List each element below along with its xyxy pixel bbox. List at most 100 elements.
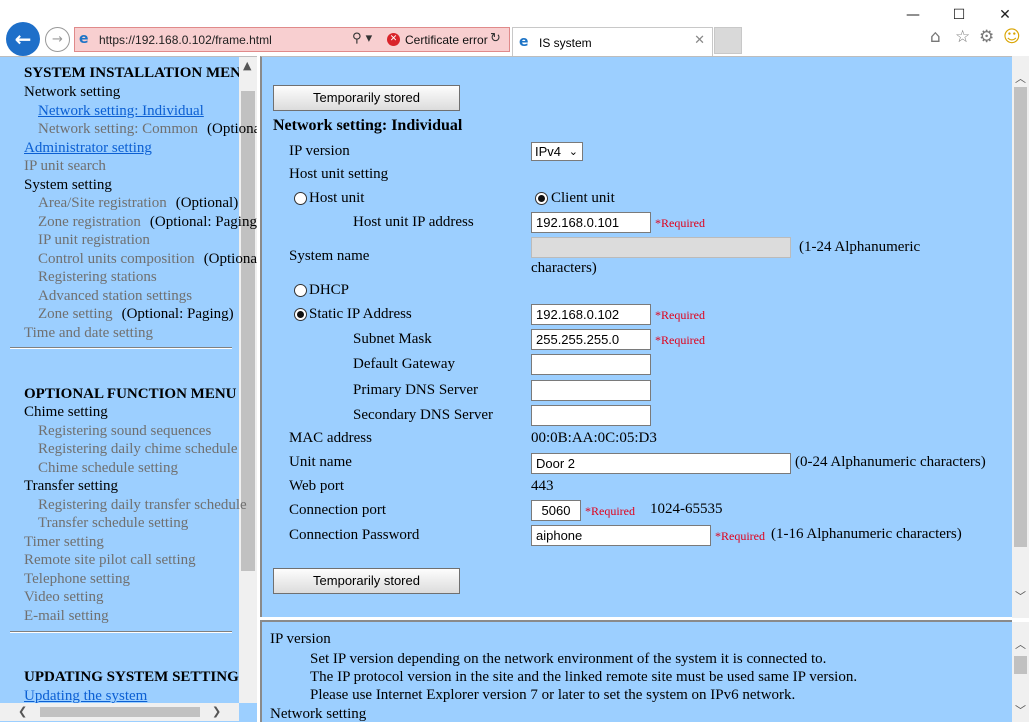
sidebar-item-label: Network setting: Common	[38, 121, 198, 137]
sidebar-item-label: Registering sound sequences	[38, 422, 212, 439]
help-vertical-scroll-thumb[interactable]	[1014, 656, 1027, 674]
sidebar-item[interactable]: Updating the system	[24, 687, 147, 705]
help-line: Please use Internet Explorer version 7 o…	[310, 687, 796, 703]
temporarily-stored-button[interactable]: Temporarily stored	[273, 85, 460, 111]
divider	[10, 631, 232, 633]
host-unit-setting-label: Host unit setting	[289, 166, 389, 182]
sidebar-item: Control units composition (Optional)	[38, 250, 257, 268]
address-url[interactable]: https://192.168.0.102/frame.html	[99, 33, 272, 47]
sidebar-item: Registering sound sequences	[38, 422, 211, 440]
sidebar-item-label: Transfer schedule setting	[38, 515, 189, 531]
sidebar-item-label[interactable]: Network setting: Individual	[38, 103, 204, 119]
smiley-feedback-icon[interactable]: ☺	[1003, 27, 1021, 47]
dhcp-radio-label: DHCP	[309, 282, 350, 298]
connection-port-label: Connection port	[289, 502, 387, 518]
content-vertical-scroll-thumb[interactable]	[1014, 87, 1027, 547]
sidebar-item-label: Registering stations	[38, 269, 157, 285]
sidebar-item-label: Telephone setting	[24, 570, 131, 587]
sidebar-item-label: Area/Site registration	[38, 195, 167, 211]
close-window-button[interactable]: ✕	[982, 2, 1028, 30]
static-ip-field[interactable]: 192.168.0.102	[531, 304, 651, 325]
web-port-value: 443	[531, 478, 554, 494]
subnet-mask-field[interactable]: 255.255.255.0	[531, 329, 651, 350]
menu-heading-updating: UPDATING SYSTEM SETTINGS	[24, 669, 248, 685]
sidebar-item-suffix: (Optional)	[203, 250, 257, 267]
content-frame: Temporarily stored Network setting: Indi…	[260, 56, 1012, 617]
back-arrow-icon[interactable]: ←	[6, 22, 40, 56]
sidebar-item: Registering stations	[38, 268, 157, 286]
ip-version-value: IPv4	[535, 144, 562, 159]
dhcp-radio[interactable]	[294, 284, 307, 297]
temporarily-stored-button-bottom[interactable]: Temporarily stored	[273, 568, 460, 594]
system-name-hint: (1-24 Alphanumeric characters)	[531, 239, 921, 276]
home-icon[interactable]: ⌂	[930, 27, 941, 47]
host-unit-radio[interactable]	[294, 192, 307, 205]
scroll-up-arrow-icon[interactable]: ︿	[1015, 70, 1026, 86]
favorites-star-icon[interactable]: ☆	[955, 27, 970, 47]
sidebar-item-label[interactable]: Transfer setting	[24, 478, 118, 494]
help-frame: IP version Set IP version depending on t…	[260, 620, 1012, 722]
scroll-down-arrow-icon[interactable]: ﹀	[1015, 702, 1026, 718]
sidebar-item-label: IP unit search	[24, 158, 106, 174]
sidebar-item[interactable]: Transfer setting	[24, 477, 118, 495]
maximize-button[interactable]: ☐	[936, 2, 982, 30]
sidebar-item: E-mail setting	[24, 607, 109, 625]
sidebar-item-label[interactable]: Network setting	[24, 84, 120, 100]
settings-gear-icon[interactable]: ⚙	[979, 27, 994, 47]
sidebar-item-label[interactable]: Chime setting	[24, 404, 108, 420]
sidebar-item: Video setting	[24, 588, 104, 606]
static-ip-radio[interactable]	[294, 308, 307, 321]
address-bar[interactable]: e https://192.168.0.102/frame.html ⚲ ▾ ✕…	[74, 27, 510, 52]
ip-version-select[interactable]: IPv4 ⌄	[531, 142, 583, 161]
host-ip-field[interactable]: 192.168.0.101	[531, 212, 651, 233]
sidebar-item-label[interactable]: Administrator setting	[24, 140, 152, 156]
sidebar-item-suffix: (Optional)	[175, 195, 239, 211]
certificate-error-label[interactable]: Certificate error	[405, 33, 488, 47]
scroll-up-arrow-icon[interactable]: ▲	[243, 59, 251, 72]
sidebar-item[interactable]: Chime setting	[24, 403, 108, 421]
scroll-down-arrow-icon[interactable]: ﹀	[1015, 588, 1026, 604]
close-tab-icon[interactable]: ✕	[694, 33, 705, 48]
host-ip-label: Host unit IP address	[353, 214, 474, 230]
sidebar-item[interactable]: Network setting: Individual	[38, 102, 204, 120]
default-gateway-field[interactable]	[531, 354, 651, 375]
sidebar-item: Registering daily chime schedule	[38, 440, 238, 458]
menu-horizontal-scroll-thumb[interactable]	[40, 707, 200, 717]
unit-name-field[interactable]: Door 2	[531, 453, 791, 474]
scroll-left-arrow-icon[interactable]: ❮	[18, 705, 27, 718]
connection-port-field[interactable]: 5060	[531, 500, 581, 521]
scroll-right-arrow-icon[interactable]: ❯	[212, 705, 221, 718]
sidebar-item: Chime schedule setting	[38, 459, 178, 477]
sidebar-item[interactable]: Network setting	[24, 83, 120, 101]
sidebar-item: Transfer schedule setting	[38, 514, 188, 532]
sidebar-item-label[interactable]: Updating the system	[24, 688, 147, 704]
connection-password-label: Connection Password	[289, 527, 420, 543]
sidebar-item-label: Registering daily chime schedule	[38, 441, 238, 457]
divider	[10, 347, 232, 349]
scroll-up-arrow-icon[interactable]: ︿	[1015, 636, 1026, 652]
tab-is-system[interactable]: e IS system ✕	[512, 27, 713, 56]
new-tab-button[interactable]	[714, 27, 742, 54]
certificate-error-icon[interactable]: ✕	[387, 33, 400, 46]
connection-password-field[interactable]: aiphone	[531, 525, 711, 546]
help-next-title: Network setting	[270, 706, 367, 722]
unit-name-hint: (0-24 Alphanumeric characters)	[795, 454, 986, 470]
search-icon[interactable]: ⚲ ▾	[352, 31, 372, 46]
sidebar-item-label[interactable]: System setting	[24, 177, 112, 193]
sidebar-item: Zone setting (Optional: Paging)	[38, 305, 234, 323]
web-port-label: Web port	[289, 478, 345, 494]
client-unit-radio[interactable]	[535, 192, 548, 205]
unit-name-label: Unit name	[289, 454, 352, 470]
sidebar-item[interactable]: System setting	[24, 176, 112, 194]
secondary-dns-field[interactable]	[531, 405, 651, 426]
required-mark: *Required	[655, 216, 705, 230]
sidebar-item[interactable]: Administrator setting	[24, 139, 152, 157]
refresh-icon[interactable]: ↻	[490, 31, 501, 46]
sidebar-item: Remote site pilot call setting	[24, 551, 196, 569]
minimize-button[interactable]: —	[890, 2, 936, 30]
primary-dns-field[interactable]	[531, 380, 651, 401]
sidebar-item-label: Registering daily transfer schedule	[38, 496, 247, 513]
forward-arrow-icon[interactable]: →	[45, 27, 70, 52]
sidebar-item: Telephone setting	[24, 570, 130, 588]
sidebar-item: Network setting: Common (Optional)	[38, 120, 257, 138]
